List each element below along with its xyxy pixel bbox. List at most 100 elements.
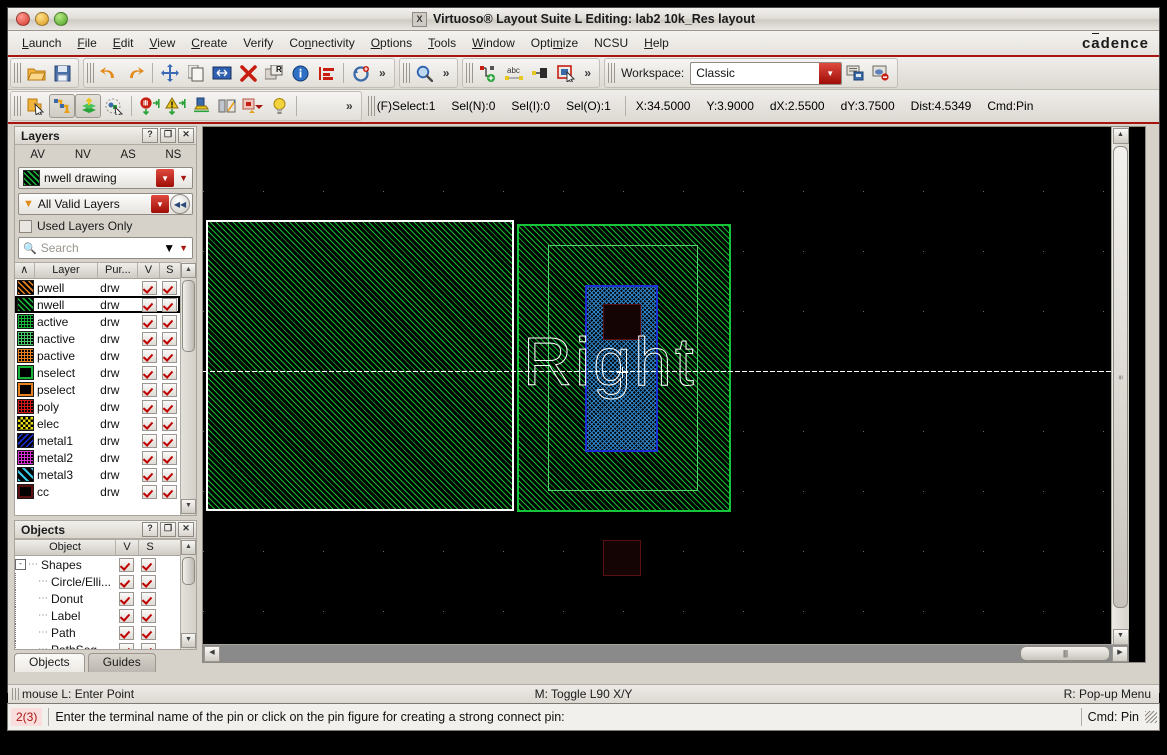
- scroll-up-icon[interactable]: ▲: [181, 540, 196, 555]
- scroll-left-icon[interactable]: ◀: [204, 645, 220, 662]
- warning-edit-icon[interactable]: [162, 94, 188, 118]
- layer-selectable-checkbox-cell[interactable]: [160, 348, 180, 363]
- canvas-horizontal-scrollbar[interactable]: ◀ |||| ▶: [203, 644, 1129, 662]
- layer-selectable-checkbox-cell[interactable]: [160, 280, 180, 295]
- split-icon[interactable]: [214, 94, 240, 118]
- menu-launch[interactable]: Launch: [14, 34, 69, 52]
- layers-table-body[interactable]: pwell drw nwell drw active drw nactive drw pacti…: [15, 279, 180, 515]
- layer-visible-checkbox[interactable]: [141, 331, 157, 346]
- layer-selectable-checkbox-cell[interactable]: [160, 450, 180, 465]
- layer-selectable-checkbox[interactable]: [162, 348, 178, 363]
- layer-visible-checkbox-cell[interactable]: [139, 399, 159, 414]
- layers-scrollbar[interactable]: ▲ ▼: [180, 262, 196, 515]
- layer-visible-checkbox[interactable]: [141, 450, 157, 465]
- layer-selectable-checkbox-cell[interactable]: [160, 433, 180, 448]
- toolbar-overflow-chevron[interactable]: »: [579, 66, 596, 80]
- object-selectable-checkbox-cell[interactable]: [137, 574, 159, 589]
- undock-icon[interactable]: ❐: [160, 128, 176, 143]
- cc-contact-bottom[interactable]: [603, 540, 641, 576]
- object-visible-checkbox[interactable]: [118, 591, 134, 606]
- undo-group-icon[interactable]: [348, 61, 374, 85]
- object-selectable-checkbox-cell[interactable]: [137, 557, 159, 572]
- layer-selectable-checkbox-cell[interactable]: [160, 484, 180, 499]
- layer-visible-checkbox-cell[interactable]: [139, 297, 159, 312]
- save-disk-icon[interactable]: [49, 61, 75, 85]
- av-label[interactable]: AV: [15, 149, 60, 161]
- layer-selectable-checkbox-cell[interactable]: [160, 382, 180, 397]
- layer-visible-checkbox-cell[interactable]: [139, 365, 159, 380]
- copy-icon[interactable]: [183, 61, 209, 85]
- layer-visible-checkbox[interactable]: [141, 467, 157, 482]
- object-row-donut[interactable]: ⋯ Donut: [15, 590, 180, 607]
- layers-scroll-thumb[interactable]: [182, 280, 195, 352]
- menu-ncsu[interactable]: NCSU: [586, 34, 636, 52]
- object-visible-checkbox[interactable]: [118, 642, 134, 649]
- object-selectable-checkbox-cell[interactable]: [137, 591, 159, 606]
- object-selectable-checkbox[interactable]: [140, 574, 156, 589]
- menu-window[interactable]: Window: [464, 34, 523, 52]
- object-selectable-checkbox[interactable]: [140, 557, 156, 572]
- layer-row-active[interactable]: active drw: [15, 313, 180, 330]
- chevron-down-icon[interactable]: ▼: [819, 62, 842, 84]
- object-visible-checkbox-cell[interactable]: [115, 608, 137, 623]
- menu-help[interactable]: Help: [636, 34, 677, 52]
- layer-selectable-checkbox[interactable]: [162, 433, 178, 448]
- object-selectable-checkbox-cell[interactable]: [137, 625, 159, 640]
- menu-view[interactable]: View: [141, 34, 183, 52]
- col-visible[interactable]: V: [138, 263, 160, 278]
- object-visible-checkbox[interactable]: [118, 608, 134, 623]
- menu-file[interactable]: File: [69, 34, 104, 52]
- layer-row-nselect[interactable]: nselect drw: [15, 364, 180, 381]
- collapse-expander-icon[interactable]: -: [15, 559, 26, 570]
- nwell-shape-left[interactable]: [206, 220, 514, 511]
- layer-visible-checkbox-cell[interactable]: [139, 416, 159, 431]
- bulb-icon[interactable]: [266, 94, 292, 118]
- ns-label[interactable]: NS: [151, 149, 196, 161]
- menu-connectivity[interactable]: Connectivity: [281, 34, 362, 52]
- objects-scroll-thumb[interactable]: [182, 557, 195, 585]
- object-selectable-checkbox[interactable]: [140, 642, 156, 649]
- layer-selectable-checkbox-cell[interactable]: [160, 297, 180, 312]
- layer-selectable-checkbox-cell[interactable]: [160, 365, 180, 380]
- scroll-down-icon[interactable]: ▼: [1112, 629, 1129, 645]
- layer-visible-checkbox[interactable]: [141, 348, 157, 363]
- layer-visible-checkbox-cell[interactable]: [139, 348, 159, 363]
- box-cursor-icon[interactable]: [553, 61, 579, 85]
- object-visible-checkbox-cell[interactable]: [115, 591, 137, 606]
- object-row-path[interactable]: ⋯ Path: [15, 624, 180, 641]
- layer-row-poly[interactable]: poly drw: [15, 398, 180, 415]
- layer-visible-checkbox[interactable]: [141, 484, 157, 499]
- col-purpose[interactable]: Pur...: [98, 263, 139, 278]
- object-visible-checkbox-cell[interactable]: [115, 574, 137, 589]
- label-abc-icon[interactable]: abc: [501, 61, 527, 85]
- search-menu-arrow-icon[interactable]: ▼: [175, 243, 192, 253]
- delete-icon[interactable]: [235, 61, 261, 85]
- layer-row-pactive[interactable]: pactive drw: [15, 347, 180, 364]
- layer-row-metal2[interactable]: metal2 drw: [15, 449, 180, 466]
- object-row-circleelli[interactable]: ⋯ Circle/Elli...: [15, 573, 180, 590]
- layer-selectable-checkbox[interactable]: [162, 382, 178, 397]
- layer-row-pwell[interactable]: pwell drw: [15, 279, 180, 296]
- col-selectable[interactable]: S: [139, 540, 161, 555]
- menu-verify[interactable]: Verify: [235, 34, 281, 52]
- layer-visible-checkbox-cell[interactable]: [139, 484, 159, 499]
- open-folder-icon[interactable]: [23, 61, 49, 85]
- partial-select-icon[interactable]: [101, 94, 127, 118]
- layer-visible-checkbox-cell[interactable]: [139, 280, 159, 295]
- layout-label-text[interactable]: Right: [523, 323, 697, 401]
- object-visible-checkbox-cell[interactable]: [115, 642, 137, 649]
- menu-create[interactable]: Create: [183, 34, 235, 52]
- object-row-label[interactable]: ⋯ Label: [15, 607, 180, 624]
- layer-selectable-checkbox-cell[interactable]: [160, 467, 180, 482]
- zoom-icon[interactable]: [412, 61, 438, 85]
- chevron-down-icon[interactable]: ▼: [151, 195, 169, 213]
- net-add-icon[interactable]: [475, 61, 501, 85]
- layer-visible-checkbox-cell[interactable]: [139, 467, 159, 482]
- layer-row-elec[interactable]: elec drw: [15, 415, 180, 432]
- toolbar-grip-icon[interactable]: [14, 96, 21, 116]
- object-visible-checkbox[interactable]: [118, 574, 134, 589]
- object-row-shapes[interactable]: - ⋯ Shapes: [15, 556, 180, 573]
- flight-line-icon[interactable]: [49, 94, 75, 118]
- delete-workspace-icon[interactable]: [868, 61, 894, 85]
- workspace-select[interactable]: Classic ▼: [690, 61, 843, 85]
